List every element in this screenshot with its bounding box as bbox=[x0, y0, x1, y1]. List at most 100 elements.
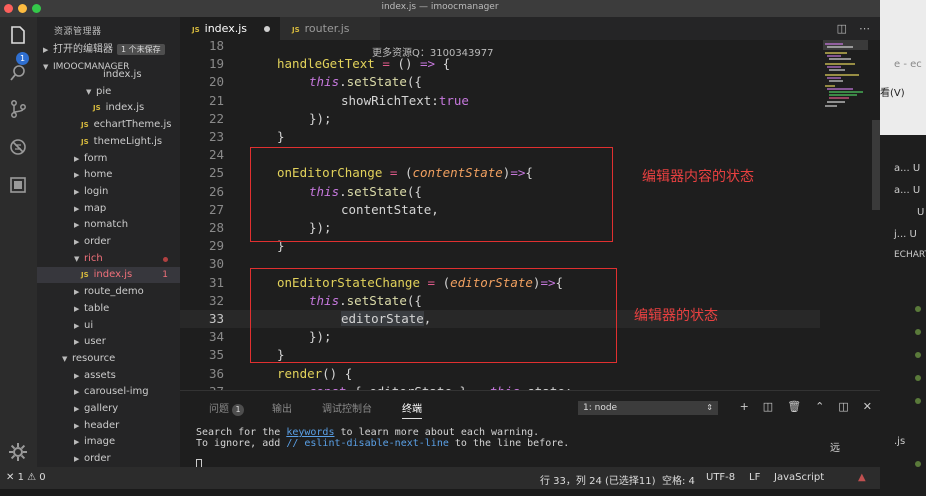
tree-item[interactable]: ▶ form bbox=[37, 151, 180, 167]
line-number: 24 bbox=[208, 147, 224, 163]
chevron-right-icon: ▶ bbox=[74, 154, 80, 163]
unsaved-dot-icon[interactable] bbox=[264, 26, 270, 32]
line-number: 34 bbox=[208, 329, 224, 345]
chevron-right-icon: ▶ bbox=[43, 46, 49, 54]
tab-problems[interactable]: 问题 1 bbox=[209, 400, 244, 416]
language-mode[interactable]: JavaScript bbox=[774, 472, 824, 483]
tree-item[interactable]: ▶ header bbox=[37, 418, 180, 434]
chevron-up-icon[interactable]: ⌃ bbox=[815, 400, 824, 413]
gear-icon[interactable] bbox=[8, 442, 28, 462]
annotation-content-state: 编辑器内容的状态 bbox=[642, 169, 754, 185]
activity-bar: 1 bbox=[0, 17, 37, 467]
code-line[interactable]: 36 render() { bbox=[180, 365, 820, 383]
tree-item[interactable]: index.js bbox=[37, 67, 180, 83]
code-line[interactable]: 20 this.setState({ bbox=[180, 73, 820, 91]
close-panel-icon[interactable]: ✕ bbox=[863, 400, 872, 413]
trash-icon[interactable]: 🗑 bbox=[787, 400, 801, 413]
tab-index-js[interactable]: JS index.js bbox=[180, 17, 280, 40]
maximize-panel-icon[interactable]: ◫ bbox=[838, 400, 848, 413]
tree-item[interactable]: ▶ ui bbox=[37, 318, 180, 334]
extensions-icon[interactable] bbox=[8, 175, 28, 195]
keywords-link[interactable]: keywords bbox=[286, 427, 334, 438]
tree-item-label: user bbox=[84, 336, 106, 348]
tree-item-label: image bbox=[84, 436, 116, 448]
tree-item[interactable]: JS index.js bbox=[37, 100, 180, 116]
terminal-line-1: Search for the keywords to learn more ab… bbox=[196, 427, 539, 438]
tree-item[interactable]: ▶ user bbox=[37, 334, 180, 350]
search-icon[interactable] bbox=[8, 63, 28, 83]
code-text: } bbox=[277, 129, 285, 144]
open-editors-label: 打开的编辑器 bbox=[53, 44, 113, 55]
tree-item[interactable]: ▶ map bbox=[37, 201, 180, 217]
problems-status[interactable]: ✕ 1 ⚠ 0 bbox=[6, 472, 46, 483]
more-actions-icon[interactable]: ⋯ bbox=[859, 22, 870, 35]
split-terminal-icon[interactable]: ◫ bbox=[763, 400, 773, 413]
code-line[interactable]: 19 handleGetText = () => { bbox=[180, 55, 820, 73]
tree-item[interactable]: ▶ home bbox=[37, 167, 180, 183]
tree-item[interactable]: ▶ order bbox=[37, 234, 180, 250]
split-editor-icon[interactable]: ◫ bbox=[837, 22, 847, 35]
code-line[interactable]: 37 const { editorState } = this.state; bbox=[180, 383, 820, 390]
tab-problems-label: 问题 bbox=[209, 404, 229, 415]
bottom-panel: 问题 1 输出 调试控制台 终端 1: node ⇕ + ◫ 🗑 ⌃ ◫ ✕ Sea… bbox=[180, 390, 880, 469]
feedback-icon[interactable]: ▲ bbox=[858, 472, 866, 483]
chevron-right-icon: ▶ bbox=[74, 438, 80, 447]
tree-item-label: themeLight.js bbox=[93, 135, 163, 147]
tree-item[interactable]: ▶ assets bbox=[37, 368, 180, 384]
chevron-right-icon: ▶ bbox=[74, 204, 80, 213]
tree-item-label: index.js bbox=[105, 102, 145, 114]
tree-item[interactable]: JS echartTheme.js bbox=[37, 117, 180, 133]
terminal-select[interactable]: 1: node ⇕ bbox=[578, 401, 718, 415]
unsaved-badge: 1 个未保存 bbox=[117, 44, 165, 55]
tab-label: router.js bbox=[304, 22, 350, 35]
open-editors-section[interactable]: ▶ 打开的编辑器 1 个未保存 bbox=[37, 42, 180, 58]
tree-item-label: index.js bbox=[93, 269, 133, 281]
source-control-icon[interactable] bbox=[8, 99, 28, 119]
code-line[interactable]: 21 showRichText:true bbox=[180, 92, 820, 110]
code-line[interactable]: 22}); bbox=[180, 110, 820, 128]
minimap[interactable] bbox=[823, 40, 868, 120]
encoding[interactable]: UTF-8 bbox=[706, 472, 735, 483]
code-editor[interactable]: 更多资源Q：3100343977 18 19 handleGetText = () … bbox=[180, 40, 880, 390]
end-of-line[interactable]: LF bbox=[749, 472, 760, 483]
line-number: 22 bbox=[208, 110, 224, 126]
chevron-down-icon: ▼ bbox=[62, 354, 68, 363]
tree-item[interactable]: ▶ login bbox=[37, 184, 180, 200]
cursor-position[interactable]: 行 33，列 24 (已选择11) bbox=[540, 472, 656, 487]
tab-router-js[interactable]: JS router.js bbox=[280, 17, 380, 40]
tree-item[interactable]: ▼ resource bbox=[37, 351, 180, 367]
tree-item[interactable]: ▶ image bbox=[37, 434, 180, 450]
status-bar: ✕ 1 ⚠ 0 行 33，列 24 (已选择11) 空格: 4 UTF-8 LF… bbox=[0, 467, 880, 489]
chevron-down-icon: ▼ bbox=[86, 87, 92, 96]
select-arrows-icon: ⇕ bbox=[706, 403, 713, 412]
debug-icon[interactable] bbox=[8, 137, 28, 157]
tree-item[interactable]: ▶ order bbox=[37, 451, 180, 467]
tree-item[interactable]: ▶ gallery bbox=[37, 401, 180, 417]
tree-item[interactable]: ▶ table bbox=[37, 301, 180, 317]
add-terminal-icon[interactable]: + bbox=[740, 400, 749, 413]
terminal-text: To ignore, add bbox=[196, 438, 287, 449]
tree-item-label: nomatch bbox=[84, 219, 129, 231]
tree-item[interactable]: ▶ nomatch bbox=[37, 217, 180, 233]
code-line[interactable]: 23} bbox=[180, 128, 820, 146]
tab-terminal[interactable]: 终端 bbox=[402, 400, 422, 419]
background-row-text: a... U bbox=[894, 185, 921, 196]
tree-item[interactable]: ▼ pie bbox=[37, 84, 180, 100]
tab-output[interactable]: 输出 bbox=[272, 400, 292, 415]
chevron-right-icon: ▶ bbox=[74, 221, 80, 230]
warning-count: 0 bbox=[39, 472, 46, 483]
tree-item[interactable]: JS themeLight.js bbox=[37, 134, 180, 150]
tree-item[interactable]: ▼ rich bbox=[37, 251, 180, 267]
files-icon[interactable] bbox=[8, 25, 28, 45]
editor-scrollbar[interactable] bbox=[872, 120, 880, 210]
code-line[interactable]: 18 bbox=[180, 40, 820, 55]
tree-item[interactable]: JS index.js 1 bbox=[37, 267, 180, 284]
tree-item[interactable]: ▶ carousel-img bbox=[37, 384, 180, 400]
code-text: const { editorState } = this.state; bbox=[309, 383, 572, 390]
indentation[interactable]: 空格: 4 bbox=[662, 472, 695, 487]
tree-item[interactable]: ▶ route_demo bbox=[37, 284, 180, 300]
tree-item-label: order bbox=[84, 236, 111, 247]
tree-item-label: form bbox=[84, 152, 108, 164]
tab-debug-console[interactable]: 调试控制台 bbox=[322, 400, 372, 415]
tree-item-label: echartTheme.js bbox=[93, 119, 172, 131]
